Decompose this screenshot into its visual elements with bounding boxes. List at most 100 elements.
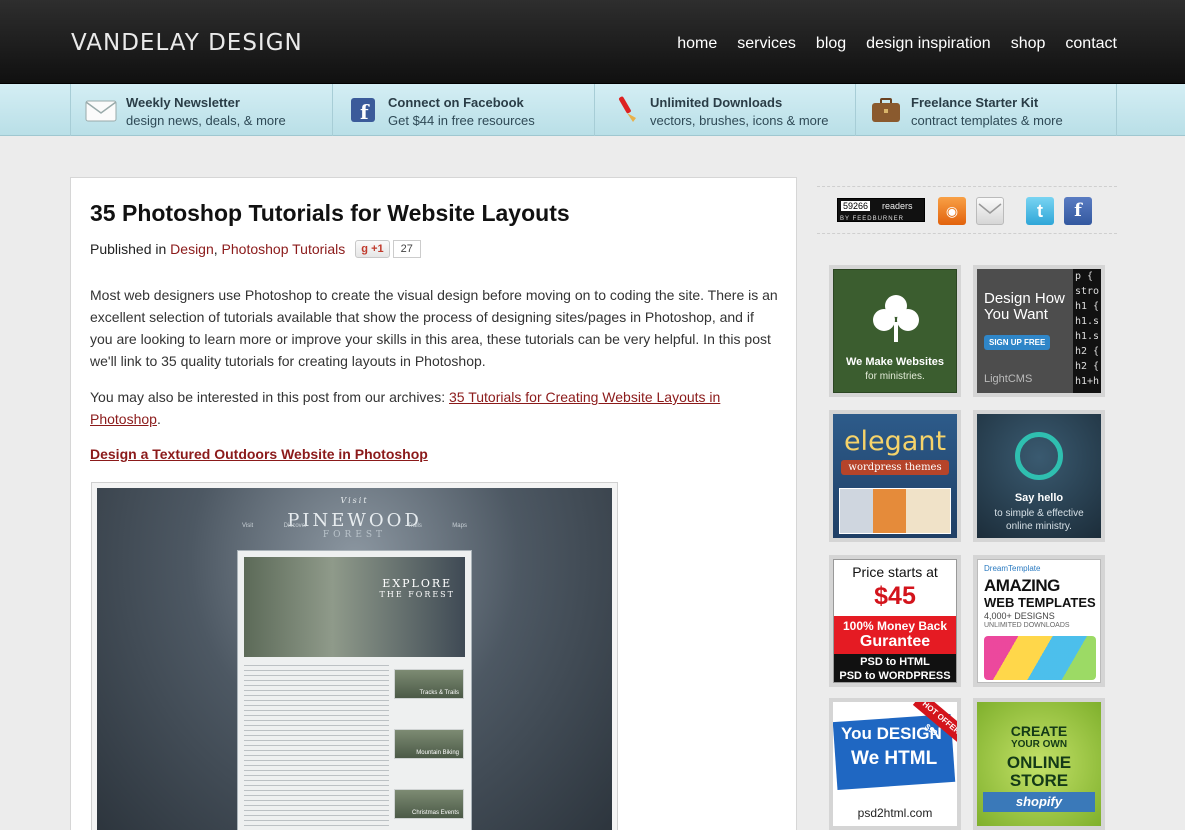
ad-text: We Make Websites — [845, 356, 945, 368]
gplus-button[interactable]: g +1 — [355, 240, 390, 258]
pw-menu-item: Visit — [242, 523, 254, 529]
ad-dreamtemplate[interactable]: DreamTemplate AMAZING WEB TEMPLATES 4,00… — [973, 555, 1105, 687]
pw-menu: Visit Discover Trails Maps — [242, 523, 467, 529]
promo-title: Connect on Facebook — [388, 95, 524, 110]
facebook-icon: f — [351, 98, 375, 124]
main-nav: home services blog design inspiration sh… — [677, 35, 1117, 53]
archive-prefix: You may also be interested in this post … — [90, 389, 446, 405]
archive-suffix: . — [156, 411, 161, 427]
ad-code-sample: p { stro h1 { h1.s h1.s h2 { h2 { h1+h — [1073, 269, 1101, 393]
ad-headline: ONLINE STORE — [977, 754, 1101, 790]
ad-shopify[interactable]: CREATE YOUR OWN ONLINE STORE shopify — [973, 698, 1105, 830]
ad-inner: Say hello to simple & effective online m… — [977, 414, 1101, 538]
nav-services[interactable]: services — [737, 35, 796, 53]
promo-facebook[interactable]: f Connect on Facebook Get $44 in free re… — [332, 84, 594, 136]
section-heading: Design a Textured Outdoors Website in Ph… — [90, 446, 428, 462]
ad-text-line: PSD to WORDPRESS — [839, 670, 951, 682]
promo-bar: Weekly Newsletter design news, deals, & … — [0, 84, 1185, 136]
gplus-count: 27 — [392, 240, 421, 258]
ad-psd2html[interactable]: You DESIGN We HTML HOT OFFER $99 psd2htm… — [829, 698, 961, 830]
feedburner-label: BY FEEDBURNER — [840, 216, 904, 222]
nav-blog[interactable]: blog — [816, 35, 846, 53]
promo-subtitle: vectors, brushes, icons & more — [650, 113, 829, 128]
promo-subtitle: contract templates & more — [911, 113, 1063, 128]
archive-paragraph: You may also be interested in this post … — [90, 386, 780, 430]
site-logo[interactable]: VANDELAY DESIGN — [71, 30, 303, 56]
promo-downloads[interactable]: Unlimited Downloads vectors, brushes, ic… — [594, 84, 856, 136]
pw-page: EXPLORE THE FOREST Tracks & Trails Mount… — [237, 550, 472, 830]
nav-design-inspiration[interactable]: design inspiration — [866, 35, 991, 53]
promo-title: Weekly Newsletter — [126, 95, 240, 110]
ad-inner: CREATE YOUR OWN ONLINE STORE shopify — [977, 702, 1101, 826]
paintbrush-icon — [618, 96, 636, 122]
post-meta: Published in Design , Photoshop Tutorial… — [90, 240, 421, 258]
twitter-icon[interactable]: t — [1026, 197, 1054, 225]
pw-thumb: Christmas Events — [394, 789, 464, 819]
pw-hero-image: EXPLORE THE FOREST — [244, 557, 465, 657]
promo-newsletter[interactable]: Weekly Newsletter design news, deals, & … — [70, 84, 332, 136]
ad-text: CREATE YOUR OWN — [977, 724, 1101, 752]
ad-text-line: PSD to HTML — [860, 656, 930, 668]
ad-inner: You DESIGN We HTML HOT OFFER $99 psd2htm… — [833, 702, 957, 826]
ad-headline: Say hello — [1014, 492, 1064, 504]
pw-thumb-label: Tracks & Trails — [419, 690, 459, 696]
gplus-label: +1 — [371, 243, 384, 255]
tutorial-link[interactable]: Design a Textured Outdoors Website in Ph… — [90, 446, 428, 462]
tutorial-screenshot[interactable]: Visit PINEWOOD FOREST Visit Discover Tra… — [91, 482, 618, 830]
sign-up-button[interactable]: SIGN UP FREE — [984, 335, 1051, 350]
pw-body-text — [244, 665, 389, 830]
clover-icon — [873, 295, 919, 342]
feedburner-badge[interactable]: 59266 readers BY FEEDBURNER — [837, 198, 925, 222]
ad-inner: We Make Websites for ministries. — [833, 269, 957, 393]
pw-menu-item: Trails — [407, 523, 422, 529]
ad-brand: DreamTemplate — [984, 564, 1041, 573]
facebook-icon[interactable]: f — [1064, 197, 1092, 225]
ad-bottom-band: PSD to HTML PSD to WORDPRESS — [834, 654, 956, 682]
pw-hero-line2: THE FOREST — [379, 590, 455, 599]
ad-inner: Design How You Want SIGN UP FREE LightCM… — [977, 269, 1101, 393]
email-icon[interactable] — [976, 197, 1004, 225]
ad-lightcms[interactable]: Design How You Want SIGN UP FREE LightCM… — [973, 265, 1105, 397]
ad-ministry-websites[interactable]: We Make Websites for ministries. — [829, 265, 961, 397]
ad-text-line: ONLINE — [1006, 753, 1072, 772]
ad-text-line: STORE — [1009, 771, 1069, 790]
gplus-widget[interactable]: g +1 27 — [355, 240, 421, 258]
category-link-photoshop[interactable]: Photoshop Tutorials — [222, 241, 346, 257]
pw-thumb-label: Christmas Events — [411, 810, 459, 816]
promo-subtitle: design news, deals, & more — [126, 113, 286, 128]
readers-label: readers — [882, 201, 913, 211]
ad-brand: LightCMS — [984, 373, 1033, 385]
promo-starter-kit[interactable]: Freelance Starter Kit contract templates… — [855, 84, 1117, 136]
envelope-icon — [978, 203, 1002, 214]
category-separator: , — [213, 241, 218, 257]
ad-text: UNLIMITED DOWNLOADS — [984, 622, 1070, 629]
shopify-logo: shopify — [983, 792, 1095, 812]
nav-home[interactable]: home — [677, 35, 717, 53]
ad-inner: elegant wordpress themes — [833, 414, 957, 538]
category-link-design[interactable]: Design — [170, 241, 214, 257]
ad-text: to simple & effective online ministry. — [977, 507, 1101, 533]
social-bar: 59266 readers BY FEEDBURNER ◉ t f — [817, 186, 1117, 234]
pw-hero-text: EXPLORE THE FOREST — [380, 577, 455, 599]
ad-text-line: online ministry. — [1006, 521, 1072, 532]
ad-psd-to-html-price[interactable]: Price starts at $45 100% Money Back Gura… — [829, 555, 961, 687]
ad-theme-screens — [839, 488, 951, 534]
ad-say-hello[interactable]: Say hello to simple & effective online m… — [973, 410, 1105, 542]
pw-thumb: Tracks & Trails — [394, 669, 464, 699]
svg-text:f: f — [360, 100, 370, 124]
ad-text-line: CREATE — [1010, 723, 1068, 739]
ad-text: for ministries. — [865, 371, 925, 382]
post-title[interactable]: 35 Photoshop Tutorials for Website Layou… — [90, 200, 570, 227]
pw-menu-item: Maps — [452, 523, 467, 529]
rss-icon[interactable]: ◉ — [938, 197, 966, 225]
ad-elegant-themes[interactable]: elegant wordpress themes — [829, 410, 961, 542]
ad-inner: Price starts at $45 100% Money Back Gura… — [833, 559, 957, 683]
ad-headline: elegant — [843, 426, 947, 457]
pw-visit: Visit — [340, 496, 369, 505]
nav-shop[interactable]: shop — [1011, 35, 1046, 53]
article-panel: 35 Photoshop Tutorials for Website Layou… — [70, 177, 797, 830]
promo-title: Freelance Starter Kit — [911, 95, 1039, 110]
pw-thumb: Mountain Biking — [394, 729, 464, 759]
nav-contact[interactable]: contact — [1065, 35, 1117, 53]
pinewood-preview: Visit PINEWOOD FOREST Visit Discover Tra… — [97, 488, 612, 830]
